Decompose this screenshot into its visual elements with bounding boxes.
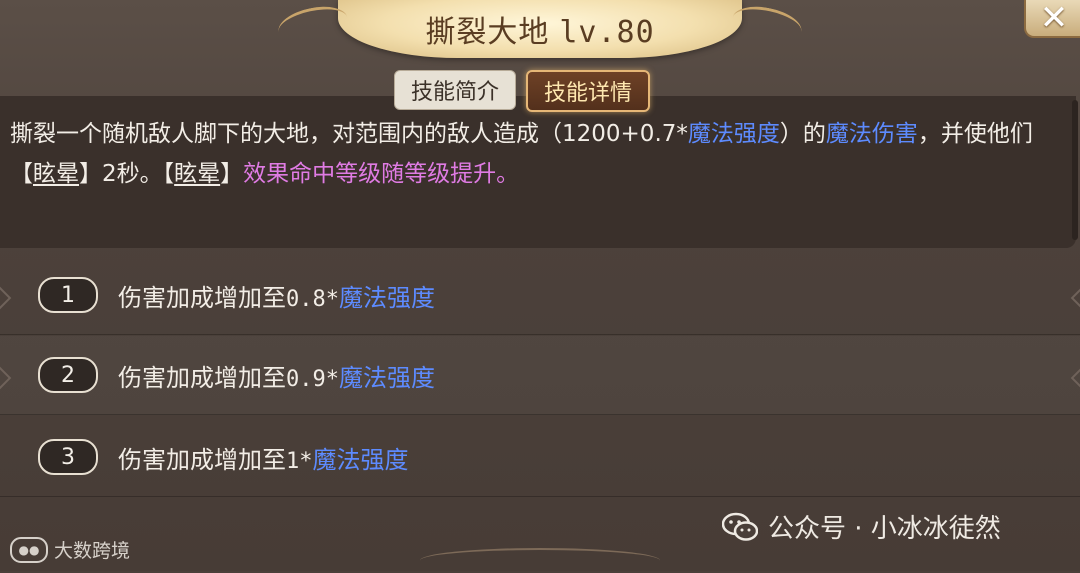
logo-icon: ●● <box>10 536 48 563</box>
wechat-icon <box>722 512 758 541</box>
upgrade-level-badge: 1 <box>38 277 98 313</box>
tab-skill-intro[interactable]: 技能简介 <box>394 70 517 110</box>
keyword-magic-power[interactable]: 魔法强度 <box>313 446 409 474</box>
watermark-right: 公众号 · 小冰冰徒然 <box>722 508 1001 545</box>
close-button[interactable]: ✕ <box>1024 0 1080 38</box>
watermark-left: ●● 大数跨境 <box>10 536 130 563</box>
desc-text-2: ）的 <box>779 121 826 147</box>
close-icon: ✕ <box>1039 0 1069 38</box>
keyword-stun[interactable]: 眩晕 <box>33 161 79 187</box>
desc-text-1: 撕裂一个随机敌人脚下的大地，对范围内的敌人造成（1200+0.7* <box>10 121 688 147</box>
keyword-magic-damage[interactable]: 魔法伤害 <box>826 121 918 147</box>
skill-level: lv.80 <box>559 15 655 50</box>
skill-title: 撕裂大地 lv.80 <box>425 7 654 51</box>
upgrade-value: 1* <box>286 448 313 474</box>
watermark-left-text: 大数跨境 <box>54 540 131 562</box>
upgrade-prefix: 伤害加成增加至 <box>118 363 286 392</box>
upgrade-level-badge: 2 <box>38 357 98 393</box>
keyword-magic-power[interactable]: 魔法强度 <box>339 364 435 392</box>
upgrade-text: 伤害加成增加至0.8*魔法强度 <box>118 278 435 313</box>
keyword-magic-power[interactable]: 魔法强度 <box>688 121 780 147</box>
skill-name: 撕裂大地 <box>425 15 550 50</box>
desc-effect-hit: 效果命中等级随等级提升。 <box>243 161 520 187</box>
tab-skill-details[interactable]: 技能详情 <box>526 70 651 112</box>
desc-text-4: 】2秒。【 <box>79 161 175 187</box>
skill-description: 撕裂一个随机敌人脚下的大地，对范围内的敌人造成（1200+0.7*魔法强度）的魔… <box>10 114 1074 194</box>
desc-text-5: 】 <box>220 161 244 187</box>
upgrade-text: 伤害加成增加至0.9*魔法强度 <box>118 358 435 393</box>
upgrade-value: 0.8* <box>286 286 339 312</box>
upgrade-value: 0.9* <box>286 366 339 392</box>
keyword-magic-power[interactable]: 魔法强度 <box>339 284 435 312</box>
skill-tabs: 技能简介 技能详情 <box>394 70 651 112</box>
upgrade-row: 1 伤害加成增加至0.8*魔法强度 <box>0 256 1080 335</box>
upgrade-prefix: 伤害加成增加至 <box>118 445 286 474</box>
skill-title-banner: 撕裂大地 lv.80 <box>338 0 742 58</box>
upgrade-prefix: 伤害加成增加至 <box>118 283 286 312</box>
upgrade-row: 3 伤害加成增加至1*魔法强度 <box>0 418 1080 497</box>
upgrade-text: 伤害加成增加至1*魔法强度 <box>118 440 409 475</box>
upgrade-row: 2 伤害加成增加至0.9*魔法强度 <box>0 336 1080 415</box>
bottom-ornament <box>420 548 660 573</box>
keyword-stun-2[interactable]: 眩晕 <box>174 161 220 187</box>
upgrade-level-badge: 3 <box>38 439 98 475</box>
watermark-right-text: 公众号 · 小冰冰徒然 <box>768 514 1001 544</box>
